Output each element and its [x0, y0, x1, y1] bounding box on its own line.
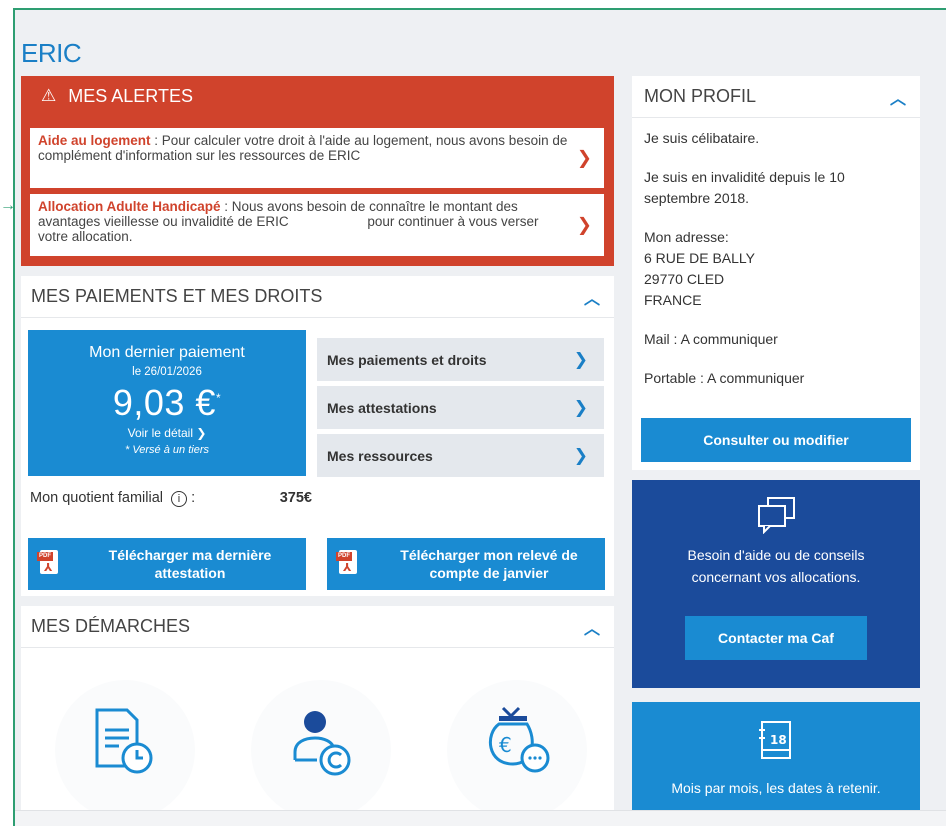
help-card: Besoin d'aide ou de conseils concernant …	[632, 480, 920, 688]
user-name: ERIC	[21, 38, 82, 68]
link-mes-ressources[interactable]: Mes ressources ❯	[317, 434, 604, 477]
profile-title: MON PROFIL	[644, 86, 757, 106]
demarche-profile-refresh[interactable]	[251, 680, 391, 820]
page-frame: ERIC ⚠ MES ALERTES Aide au logement : Po…	[13, 8, 946, 826]
calendar-icon: 18	[759, 721, 791, 759]
chevron-right-icon: ❯	[576, 147, 592, 168]
alerts-title: MES ALERTES	[68, 85, 193, 106]
contact-caf-button[interactable]: Contacter ma Caf	[685, 616, 867, 660]
download-releve-button[interactable]: Télécharger mon relevé de compte de janv…	[327, 538, 605, 590]
last-payment-date: le 26/01/2026	[132, 366, 202, 378]
document-clock-icon	[95, 708, 153, 774]
last-payment-amount: 9,03 €*	[112, 382, 222, 423]
calendar-card[interactable]: 18 Mois par mois, les dates à retenir.	[632, 702, 920, 812]
profile-status: Je suis célibataire.	[644, 130, 760, 146]
alerts-header: ⚠ MES ALERTES	[21, 76, 614, 116]
svg-text:€: €	[499, 733, 512, 757]
pdf-icon	[37, 550, 58, 574]
alert-item-aah[interactable]: Allocation Adulte Handicapé : Nous avons…	[30, 194, 604, 256]
chevron-right-icon: ❯	[573, 349, 588, 369]
info-icon[interactable]: i	[171, 491, 188, 507]
link-mes-paiements[interactable]: Mes paiements et droits ❯	[317, 338, 604, 381]
chevron-up-icon[interactable]: ︿	[890, 85, 906, 109]
payment-detail-link[interactable]: Voir le détail ❯	[28, 426, 306, 440]
demarche-document-clock[interactable]	[55, 680, 195, 820]
pdf-icon	[336, 550, 357, 574]
profile-panel: MON PROFIL ︿ Je suis célibataire. Je sui…	[632, 76, 920, 470]
chevron-right-icon: ❯	[573, 445, 588, 465]
last-payment-card: Mon dernier paiement le 26/01/2026 9,03 …	[28, 330, 306, 476]
last-payment-label: Mon dernier paiement	[89, 344, 245, 361]
demarches-panel: MES DÉMARCHES ︿ €	[21, 606, 614, 826]
profile-mail: Mail : A communiquer	[644, 331, 778, 347]
alert-title: Aide au logement	[38, 133, 151, 148]
help-message: Besoin d'aide ou de conseils concernant …	[687, 547, 865, 585]
chevron-up-icon[interactable]: ︿	[584, 285, 600, 309]
payments-panel: MES PAIEMENTS ET MES DROITS ︿ Mon dernie…	[21, 276, 614, 596]
profile-header[interactable]: MON PROFIL ︿	[632, 76, 920, 118]
money-bag-chat-icon: €	[489, 706, 550, 773]
user-refresh-icon	[293, 711, 351, 776]
payment-note: * Versé à un tiers	[125, 444, 209, 456]
profile-invalidity: Je suis en invalidité depuis le 10 septe…	[644, 169, 845, 206]
alert-item-logement[interactable]: Aide au logement : Pour calculer votre d…	[30, 128, 604, 188]
demarches-title: MES DÉMARCHES	[31, 616, 191, 636]
profile-mobile: Portable : A communiquer	[644, 370, 805, 386]
download-attestation-button[interactable]: Télécharger ma dernière attestation	[28, 538, 306, 590]
profile-address: Mon adresse: 6 RUE DE BALLY 29770 CLED F…	[644, 229, 756, 308]
chevron-up-icon[interactable]: ︿	[584, 615, 600, 639]
payments-title: MES PAIEMENTS ET MES DROITS	[31, 286, 323, 306]
chat-bubbles-icon	[758, 497, 795, 534]
demarche-money-chat[interactable]: €	[447, 680, 587, 820]
quotient-familial: Mon quotient familial i : 375€	[30, 490, 312, 507]
link-mes-attestations[interactable]: Mes attestations ❯	[317, 386, 604, 429]
consult-modify-button[interactable]: Consulter ou modifier	[641, 418, 911, 462]
calendar-day: 18	[770, 733, 787, 747]
chevron-right-icon: ❯	[573, 397, 588, 417]
warning-icon: ⚠	[41, 86, 57, 105]
quotient-value: 375€	[279, 490, 312, 506]
alert-title: Allocation Adulte Handicapé	[38, 199, 221, 214]
demarches-header[interactable]: MES DÉMARCHES ︿	[21, 606, 614, 648]
payments-header[interactable]: MES PAIEMENTS ET MES DROITS ︿	[21, 276, 614, 318]
chevron-right-icon: ❯	[576, 214, 592, 235]
alerts-panel: ⚠ MES ALERTES Aide au logement : Pour ca…	[21, 76, 614, 266]
bottom-bar	[15, 810, 946, 826]
calendar-caption: Mois par mois, les dates à retenir.	[671, 780, 881, 796]
